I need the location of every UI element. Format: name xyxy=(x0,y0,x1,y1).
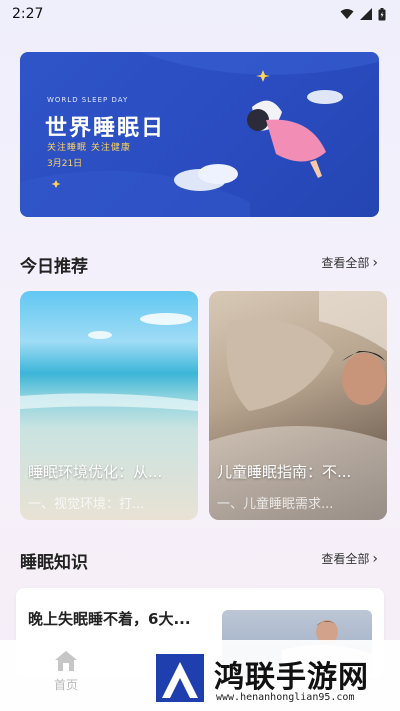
recommend-card-environment[interactable]: 睡眠环境优化：从... 一、视觉环境：打... xyxy=(20,291,198,520)
watermark-title: 鸿联手游网 xyxy=(214,660,369,695)
sleeping-boy-image xyxy=(209,291,387,520)
today-see-all-button[interactable]: 查看全部 › xyxy=(321,254,378,271)
recommend-card-title: 睡眠环境优化：从... xyxy=(28,463,163,481)
banner-tagline: 关注睡眠 关注健康 xyxy=(47,143,131,153)
chevron-right-icon: › xyxy=(372,550,378,567)
watermark-url: www.henanhonglian95.com xyxy=(216,692,355,703)
chevron-right-icon: › xyxy=(372,254,378,271)
section-title-today: 今日推荐 xyxy=(20,257,88,277)
wifi-icon xyxy=(340,9,354,19)
banner-subtitle-en: WORLD SLEEP DAY xyxy=(47,96,129,104)
banner-title: 世界睡眠日 xyxy=(45,116,166,141)
watermark: 鸿联手游网 www.henanhonglian95.com xyxy=(152,650,392,708)
home-icon xyxy=(55,651,77,671)
section-title-knowledge: 睡眠知识 xyxy=(20,553,88,573)
recommend-card-title: 儿童睡眠指南：不... xyxy=(217,463,352,481)
status-time: 2:27 xyxy=(12,6,44,22)
knowledge-see-all-button[interactable]: 查看全部 › xyxy=(321,550,378,567)
status-bar: 2:27 xyxy=(0,0,400,28)
banner-world-sleep-day[interactable]: WORLD SLEEP DAY 世界睡眠日 关注睡眠 关注健康 3月21日 xyxy=(20,52,379,217)
watermark-logo-icon xyxy=(152,650,208,706)
recommend-card-desc: 一、儿童睡眠需求... xyxy=(217,497,334,512)
recommend-card-desc: 一、视觉环境：打... xyxy=(28,497,145,512)
knowledge-item-title: 晚上失眠睡不着，6大... xyxy=(28,610,191,628)
banner-date: 3月21日 xyxy=(47,159,83,169)
today-see-all-label: 查看全部 xyxy=(321,256,370,270)
signal-icon xyxy=(360,8,372,20)
tab-home[interactable]: 首页 xyxy=(46,650,86,693)
tab-home-label: 首页 xyxy=(53,678,78,692)
beach-image xyxy=(20,313,198,411)
recommend-card-children-sleep[interactable]: 儿童睡眠指南：不... 一、儿童睡眠需求... xyxy=(209,291,387,520)
status-icons xyxy=(340,7,386,21)
knowledge-see-all-label: 查看全部 xyxy=(321,552,370,566)
battery-icon xyxy=(378,7,386,20)
